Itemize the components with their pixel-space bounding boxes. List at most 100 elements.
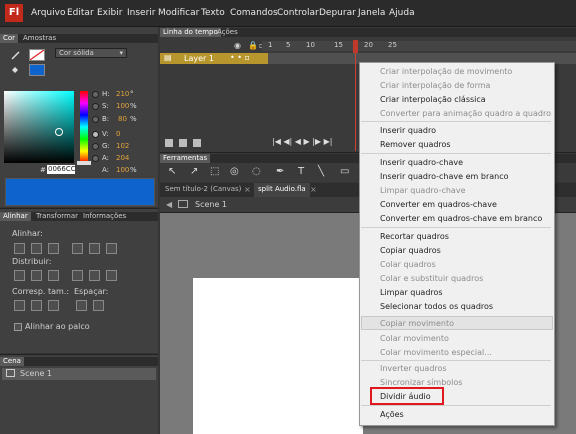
eye-icon[interactable]: ◉ [234, 41, 241, 50]
menu-arquivo[interactable]: Arquivo [31, 8, 65, 18]
hue-slider-handle[interactable] [77, 161, 91, 165]
distribute-left-button[interactable] [72, 270, 83, 281]
menu-item-create-classic-tween[interactable]: Criar interpolação clássica [380, 95, 486, 104]
align-to-stage-checkbox[interactable] [14, 323, 22, 331]
menu-texto[interactable]: Texto [201, 8, 225, 18]
align-vcenter-button[interactable] [89, 243, 100, 254]
value-b[interactable]: 80 [118, 115, 127, 123]
free-transform-tool-icon[interactable]: ⬚ [210, 166, 219, 177]
menu-item-actions[interactable]: Ações [380, 410, 404, 419]
stroke-pencil-icon[interactable] [10, 50, 20, 60]
space-horizontal-button[interactable] [93, 300, 104, 311]
menu-editar[interactable]: Editar [67, 8, 94, 18]
close-icon[interactable]: × [310, 185, 317, 194]
doc-tab-split-audio[interactable]: split Audio.fla [254, 183, 310, 197]
saturation-brightness-field[interactable] [4, 91, 74, 163]
new-folder-icon[interactable] [179, 139, 187, 147]
value-g[interactable]: 102 [116, 142, 129, 150]
match-height-button[interactable] [31, 300, 42, 311]
frame-ruler[interactable]: 1 5 10 15 20 25 [262, 41, 576, 51]
menu-item-convert-to-keyframes[interactable]: Converter em quadros-chave [380, 200, 497, 209]
menu-item-select-all-frames[interactable]: Selecionar todos os quadros [380, 302, 493, 311]
align-top-button[interactable] [72, 243, 83, 254]
space-vertical-button[interactable] [76, 300, 87, 311]
radio-b[interactable] [92, 116, 99, 123]
value-alpha[interactable]: 100 [116, 166, 129, 174]
layer-row[interactable]: ▤ Layer 1 • • ▫ [160, 53, 268, 64]
tab-ferramentas[interactable]: Ferramentas [160, 154, 211, 163]
line-tool-icon[interactable]: ╲ [318, 166, 324, 177]
menu-item-remove-frames[interactable]: Remover quadros [380, 140, 451, 149]
menu-item-cut-frames[interactable]: Recortar quadros [380, 232, 449, 241]
menu-item-insert-blank-keyframe[interactable]: Inserir quadro-chave em branco [380, 172, 509, 181]
close-icon[interactable]: × [244, 185, 251, 194]
menu-controlar[interactable]: Controlar [277, 8, 319, 18]
tab-transformar[interactable]: Transformar [33, 212, 81, 221]
menu-item-convert-to-blank-keyframes[interactable]: Converter em quadros-chave em branco [380, 214, 542, 223]
distribute-vcenter-button[interactable] [31, 270, 42, 281]
tab-amostras[interactable]: Amostras [20, 34, 59, 43]
edit-bar-scene[interactable]: Scene 1 [195, 200, 227, 209]
menu-comandos[interactable]: Comandos [230, 8, 278, 18]
fill-color-swatch[interactable] [29, 64, 45, 76]
distribute-right-button[interactable] [106, 270, 117, 281]
playhead[interactable] [353, 40, 358, 53]
text-tool-icon[interactable]: T [298, 166, 304, 177]
fill-bucket-icon[interactable] [10, 65, 20, 75]
menu-janela[interactable]: Janela [358, 8, 385, 18]
rectangle-tool-icon[interactable]: ▭ [340, 166, 349, 177]
3d-rotation-tool-icon[interactable]: ◎ [230, 166, 239, 177]
tab-cena[interactable]: Cena [0, 357, 24, 366]
menu-modificar[interactable]: Modificar [158, 8, 199, 18]
radio-h[interactable] [92, 91, 99, 98]
menu-item-insert-keyframe[interactable]: Inserir quadro-chave [380, 158, 463, 167]
doc-tab-untitled[interactable]: Sem título-2 (Canvas) [162, 185, 244, 193]
tab-linha-do-tempo[interactable]: Linha do tempo [160, 28, 221, 37]
distribute-top-button[interactable] [14, 270, 25, 281]
color-picker-ring[interactable] [55, 128, 63, 136]
radio-s[interactable] [92, 103, 99, 110]
subselection-tool-icon[interactable]: ↗ [190, 166, 198, 177]
radio-g[interactable] [92, 143, 99, 150]
scene-list-item[interactable]: Scene 1 [2, 368, 156, 380]
match-both-button[interactable] [48, 300, 59, 311]
align-right-button[interactable] [48, 243, 59, 254]
menu-exibir[interactable]: Exibir [97, 8, 122, 18]
tab-acoes[interactable]: Ações [214, 28, 241, 37]
distribute-hcenter-button[interactable] [89, 270, 100, 281]
radio-v[interactable] [92, 131, 99, 138]
align-left-button[interactable] [14, 243, 25, 254]
align-bottom-button[interactable] [106, 243, 117, 254]
tab-cor[interactable]: Cor [0, 34, 19, 43]
pen-tool-icon[interactable]: ✒ [276, 166, 284, 177]
value-h[interactable]: 210 [116, 90, 129, 98]
tab-informacoes[interactable]: Informações [80, 212, 129, 221]
radio-a[interactable] [92, 155, 99, 162]
lock-icon[interactable]: 🔒 [248, 41, 258, 50]
stage-canvas[interactable] [193, 278, 363, 434]
align-hcenter-button[interactable] [31, 243, 42, 254]
playback-controls-icon[interactable]: |◀ ◀| ◀ ▶ |▶ ▶| [272, 137, 332, 146]
menu-item-clear-frames[interactable]: Limpar quadros [380, 288, 443, 297]
value-a[interactable]: 204 [116, 154, 129, 162]
layer-visibility-dots[interactable]: • • ▫ [230, 53, 250, 62]
hex-input[interactable]: 0066CC [47, 165, 76, 174]
selection-tool-icon[interactable]: ↖ [168, 166, 176, 177]
tab-alinhar[interactable]: Alinhar [0, 212, 31, 221]
menu-item-copy-frames[interactable]: Copiar quadros [380, 246, 441, 255]
menu-inserir[interactable]: Inserir [127, 8, 156, 18]
new-layer-icon[interactable] [165, 139, 173, 147]
match-width-button[interactable] [14, 300, 25, 311]
back-arrow-icon[interactable]: ◀ [166, 200, 172, 209]
lasso-tool-icon[interactable]: ◌ [252, 166, 261, 177]
menu-ajuda[interactable]: Ajuda [389, 8, 415, 18]
delete-layer-icon[interactable] [193, 139, 201, 147]
distribute-bottom-button[interactable] [48, 270, 59, 281]
hue-slider[interactable] [80, 91, 88, 163]
value-s[interactable]: 100 [116, 102, 129, 110]
stroke-color-swatch[interactable] [29, 49, 45, 61]
fill-type-dropdown[interactable]: Cor sólida ▾ [55, 48, 127, 58]
value-v[interactable]: 0 [116, 130, 120, 138]
menu-depurar[interactable]: Depurar [319, 8, 356, 18]
menu-item-insert-frame[interactable]: Inserir quadro [380, 126, 436, 135]
